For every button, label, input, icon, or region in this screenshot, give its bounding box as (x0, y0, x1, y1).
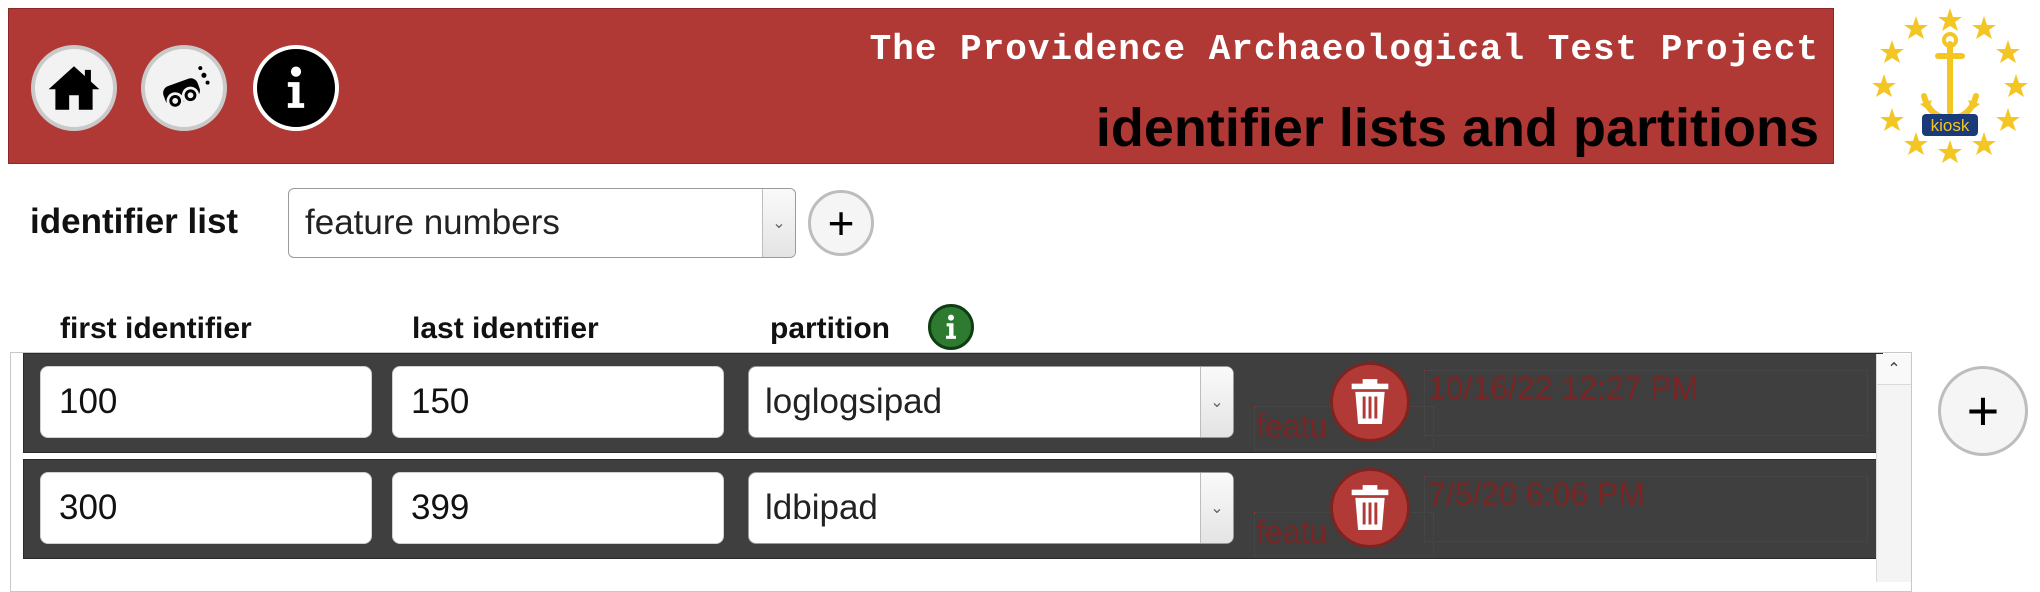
partition-select[interactable]: loglogsipad ⌄ (748, 366, 1234, 438)
info-button[interactable] (253, 45, 339, 131)
scroll-up-arrow-icon[interactable]: ⌃ (1877, 354, 1911, 385)
first-identifier-input[interactable]: 300 (40, 472, 372, 544)
chevron-down-icon: ⌄ (1200, 473, 1233, 543)
plus-icon: + (827, 197, 855, 249)
delete-row-button[interactable] (1330, 468, 1410, 548)
chevron-down-icon: ⌄ (762, 189, 795, 257)
partition-info-button[interactable] (928, 304, 974, 350)
first-identifier-input[interactable]: 100 (40, 366, 372, 438)
header-banner: The Providence Archaeological Test Proje… (8, 8, 1834, 164)
ghost-label: featu (1256, 514, 1328, 550)
trash-icon (1351, 379, 1389, 424)
table-scrollbar[interactable]: ⌃ (1876, 354, 1911, 582)
home-icon (48, 66, 100, 110)
chevron-down-icon: ⌄ (1200, 367, 1233, 437)
home-button[interactable] (31, 45, 117, 131)
kiosk-logo: kiosk (1872, 8, 2028, 163)
info-icon (287, 66, 305, 108)
identifier-list-value: feature numbers (305, 203, 560, 242)
identifier-list-select[interactable]: feature numbers ⌄ (288, 188, 796, 258)
ghost-label: featu (1256, 408, 1328, 444)
delete-row-button[interactable] (1330, 362, 1410, 442)
page-title: identifier lists and partitions (1095, 98, 1819, 158)
add-identifier-list-button[interactable]: + (808, 190, 874, 256)
identifier-list-label: identifier list (30, 202, 239, 241)
add-row-button[interactable]: + (1938, 366, 2028, 456)
last-identifier-input[interactable]: 399 (392, 472, 724, 544)
column-header-first: first identifier (60, 312, 252, 345)
project-title: The Providence Archaeological Test Proje… (869, 29, 1819, 70)
tools-button[interactable] (141, 45, 227, 131)
table-row: 100 150 loglogsipad ⌄ featu 10/16/22 12:… (23, 353, 1883, 453)
timestamp: 10/16/22 12:27 PM (1428, 370, 1699, 406)
table-row: 300 399 ldbipad ⌄ featu 7/5/20 6:06 PM (23, 459, 1883, 559)
timestamp: 7/5/20 6:06 PM (1428, 476, 1646, 512)
binoculars-icon (163, 66, 210, 110)
partition-select[interactable]: ldbipad ⌄ (748, 472, 1234, 544)
info-icon (946, 314, 956, 339)
column-header-partition: partition (770, 312, 890, 345)
svg-text:kiosk: kiosk (1931, 116, 1970, 135)
plus-icon: + (1966, 379, 2000, 442)
column-header-last: last identifier (412, 312, 599, 345)
trash-icon (1351, 485, 1389, 530)
last-identifier-input[interactable]: 150 (392, 366, 724, 438)
identifier-range-table: 100 150 loglogsipad ⌄ featu 10/16/22 12:… (10, 352, 1912, 592)
